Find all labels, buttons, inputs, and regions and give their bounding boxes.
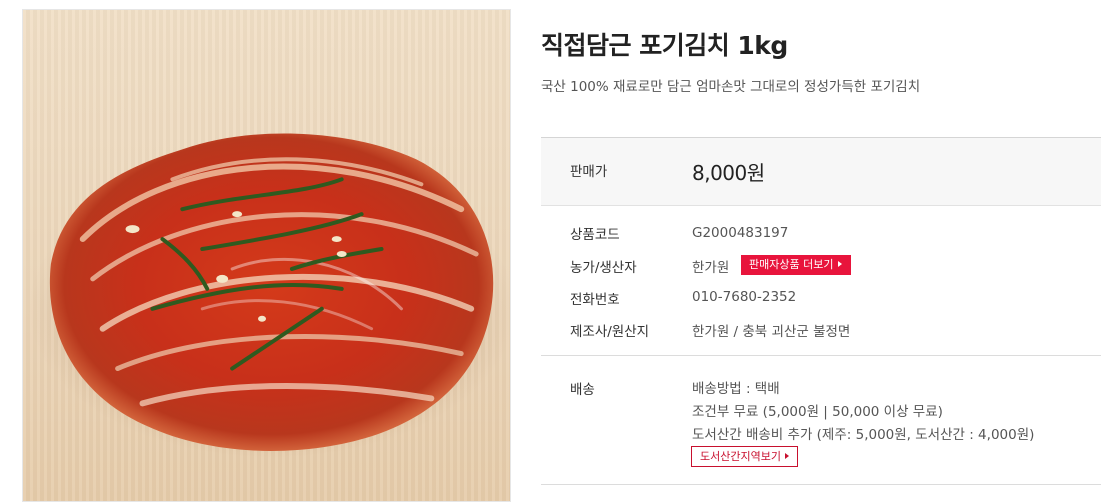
farm-label: 농가/생산자 <box>570 260 637 276</box>
product-subtitle: 국산 100% 재료로만 담근 엄마손맛 그대로의 정성가득한 포기김치 <box>541 79 921 95</box>
price-section: 판매가 8,000원 <box>541 137 1101 206</box>
shipping-condition: 조건부 무료 (5,000원 | 50,000 이상 무료) <box>692 404 943 420</box>
seller-more-label: 판매자상품 더보기 <box>749 258 834 271</box>
origin-label: 제조사/원산지 <box>570 324 650 340</box>
farm-value: 한가원 <box>692 260 730 276</box>
phone-label: 전화번호 <box>570 292 620 308</box>
divider <box>541 484 1101 485</box>
price-label: 판매가 <box>570 164 608 180</box>
kimchi-photo <box>28 133 510 459</box>
remote-region-button[interactable]: 도서산간지역보기 <box>691 446 798 467</box>
shipping-extra-fee: 도서산간 배송비 추가 (제주: 5,000원, 도서산간 : 4,000원) <box>692 427 1035 443</box>
product-image <box>22 9 511 502</box>
product-code-label: 상품코드 <box>570 227 620 243</box>
product-title: 직접담근 포기김치 1kg <box>541 31 788 60</box>
remote-region-label: 도서산간지역보기 <box>700 450 781 463</box>
shipping-method: 배송방법 : 택배 <box>692 381 780 397</box>
seller-more-button[interactable]: 판매자상품 더보기 <box>741 255 852 275</box>
price-value: 8,000원 <box>692 161 765 185</box>
shipping-label: 배송 <box>570 382 595 398</box>
origin-value: 한가원 / 충북 괴산군 불정면 <box>692 324 851 340</box>
caret-right-icon <box>838 261 843 267</box>
phone-value: 010-7680-2352 <box>692 289 797 305</box>
divider <box>541 355 1101 356</box>
caret-right-icon <box>784 453 789 459</box>
product-code-value: G2000483197 <box>692 225 789 241</box>
